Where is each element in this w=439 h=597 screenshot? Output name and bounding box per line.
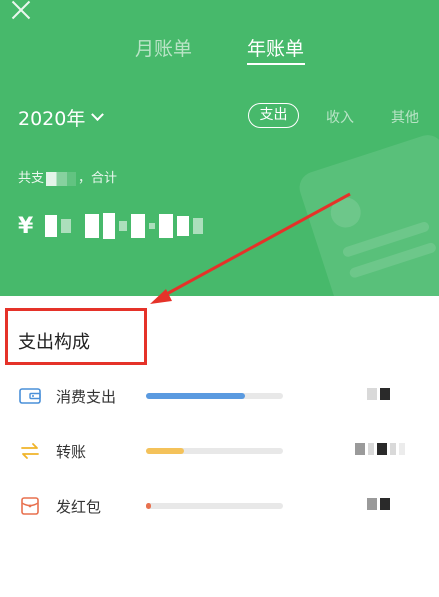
- transfer-arrows-icon: [21, 443, 39, 459]
- share-bar-fill: [146, 448, 185, 454]
- share-bar-track: [146, 393, 283, 399]
- share-bar-fill: [146, 503, 152, 509]
- redacted-amount: [367, 498, 390, 512]
- total-amount: ¥: [18, 210, 204, 242]
- list-item[interactable]: 消费支出: [0, 376, 439, 416]
- year-label: 2020年: [18, 108, 86, 130]
- redacted-amount: [355, 443, 405, 457]
- list-item[interactable]: 发红包: [0, 486, 439, 526]
- redacted-count: [46, 171, 77, 186]
- category-label: 消费支出: [56, 388, 117, 406]
- tab-monthly-bill[interactable]: 月账单: [135, 34, 192, 61]
- decorative-card-illustration: [295, 130, 439, 296]
- share-bar-track: [146, 448, 283, 454]
- currency-symbol: ¥: [18, 213, 34, 239]
- red-envelope-icon: [21, 497, 39, 515]
- type-tab-other[interactable]: 其他: [391, 107, 419, 127]
- category-label: 转账: [56, 443, 87, 461]
- summary-prefix: 共支: [18, 171, 45, 186]
- wallet-icon: [19, 388, 41, 404]
- year-selector[interactable]: 2020年: [18, 104, 105, 131]
- share-bar-fill: [146, 393, 245, 399]
- redacted-amount: [367, 388, 390, 402]
- redacted-amount: [45, 213, 204, 239]
- category-label: 发红包: [56, 498, 102, 516]
- annual-bill-header: 月账单 年账单 2020年 支出 收入 其他 共支 ，合计 ¥: [0, 0, 439, 296]
- type-tab-income[interactable]: 收入: [326, 107, 354, 127]
- summary-suffix: ，合计: [78, 171, 118, 186]
- annotation-highlight-box: [5, 308, 147, 365]
- tab-annual-bill[interactable]: 年账单: [247, 34, 304, 61]
- type-tab-expense[interactable]: 支出: [248, 103, 299, 128]
- active-tab-indicator: [247, 63, 305, 65]
- close-icon[interactable]: [8, 0, 34, 24]
- chevron-down-icon: [91, 108, 105, 122]
- expense-summary: 共支 ，合计: [18, 167, 117, 186]
- share-bar-track: [146, 503, 283, 509]
- list-item[interactable]: 转账: [0, 431, 439, 471]
